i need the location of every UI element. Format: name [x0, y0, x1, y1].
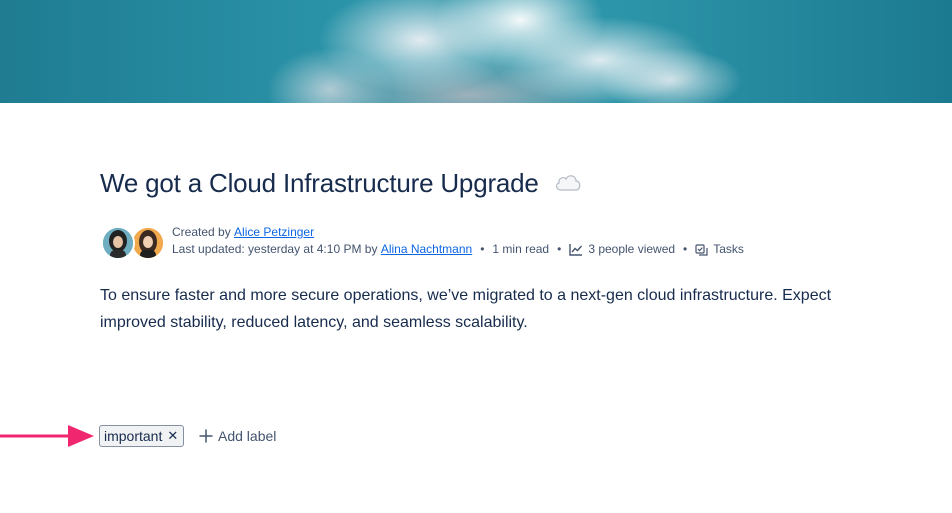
add-label-text: Add label: [218, 428, 277, 444]
label-important[interactable]: important ✕: [99, 425, 185, 447]
avatar[interactable]: [131, 226, 165, 260]
contributor-avatars[interactable]: [101, 226, 165, 260]
page-body-paragraph: To ensure faster and more secure operati…: [100, 287, 832, 331]
page-views[interactable]: 3 people viewed: [588, 241, 675, 258]
read-time: 1 min read: [492, 242, 550, 256]
separator: •: [480, 242, 485, 256]
cloud-icon: [554, 165, 582, 201]
plus-icon: [199, 429, 213, 443]
created-by-link[interactable]: Alice Petzinger: [234, 224, 314, 241]
cover-image: [0, 0, 952, 103]
page-byline: Created by Alice Petzinger Last updated:…: [172, 224, 744, 258]
separator: •: [683, 242, 688, 256]
tasks-icon: [695, 243, 708, 256]
created-by-prefix: Created by: [172, 225, 231, 239]
add-label-button[interactable]: Add label: [199, 426, 276, 446]
remove-label-icon[interactable]: ✕: [167, 426, 178, 446]
avatar[interactable]: [101, 226, 135, 260]
annotation-arrow-icon: [0, 422, 96, 455]
separator: •: [557, 242, 562, 256]
analytics-icon: [569, 243, 583, 256]
label-text: important: [104, 428, 163, 444]
page-title: We got a Cloud Infrastructure Upgrade: [100, 165, 582, 201]
updated-by-link[interactable]: Alina Nachtmann: [381, 241, 472, 258]
tasks-link[interactable]: Tasks: [713, 241, 744, 258]
page-title-text: We got a Cloud Infrastructure Upgrade: [100, 168, 539, 198]
last-updated-prefix: Last updated: yesterday at 4:10 PM by: [172, 242, 378, 256]
